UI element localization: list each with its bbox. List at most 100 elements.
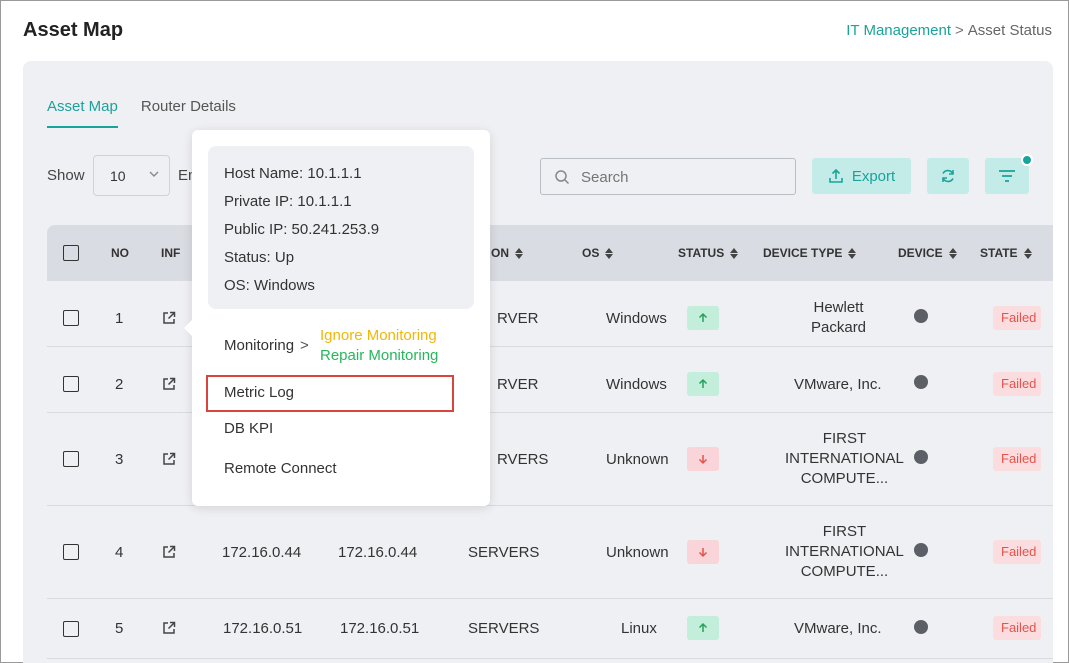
status-up-badge [687,306,719,330]
asset-info-popup: Host Name: 10.1.1.1 Private IP: 10.1.1.1… [184,130,490,506]
row-location: RVERS [497,451,549,468]
arrow-up-icon [698,622,708,632]
device-status-dot [914,309,928,323]
state-badge: Failed [993,306,1041,330]
status-down-badge [687,447,719,471]
breadcrumb-separator: > [955,22,964,39]
breadcrumb: IT Management > Asset Status [846,22,1052,39]
external-link-icon[interactable] [162,452,176,466]
row-device-type: Hewlett Packard [811,298,866,338]
sort-icon [1023,247,1032,259]
breadcrumb-link-it-management[interactable]: IT Management [846,22,951,39]
info-host-name: Host Name: 10.1.1.1 [224,165,362,182]
device-type-line: Packard [811,319,867,336]
sort-icon [515,247,523,259]
row-checkbox[interactable] [63,544,79,560]
menu-item-ignore-monitoring[interactable]: Ignore Monitoring [320,327,437,344]
external-link-icon[interactable] [162,311,176,325]
state-badge: Failed [993,616,1041,640]
row-os: Windows [606,376,667,393]
sort-icon [730,247,739,259]
table-row[interactable]: 5 172.16.0.51 172.16.0.51 SERVERS Linux … [47,599,1053,659]
row-checkbox[interactable] [63,451,79,467]
row-number: 3 [115,451,124,468]
column-header-inf[interactable]: INF [161,246,180,260]
external-link-icon[interactable] [162,621,176,635]
menu-item-monitoring[interactable]: Monitoring > [224,337,309,354]
row-device-type: FIRST INTERNATIONAL COMPUTE... [785,522,904,582]
search-input[interactable] [581,167,781,187]
device-status-dot [914,450,928,464]
search-box[interactable] [540,158,796,195]
device-type-line: FIRST [822,430,867,447]
monitoring-label: Monitoring [224,337,295,354]
device-status-dot [914,620,928,634]
row-location: RVER [497,310,539,327]
popup-pointer [184,320,192,336]
row-host-name: 172.16.0.51 [223,620,303,637]
menu-item-remote-connect[interactable]: Remote Connect [224,460,337,477]
row-checkbox[interactable] [63,621,79,637]
tab-asset-map[interactable]: Asset Map [47,98,118,128]
state-badge: Failed [993,540,1041,564]
row-os: Unknown [606,544,669,561]
row-device-type: VMware, Inc. [794,620,882,637]
row-host-name: 172.16.0.44 [222,544,302,561]
row-checkbox[interactable] [63,310,79,326]
select-all-checkbox[interactable] [63,245,79,261]
column-header-device-type[interactable]: DEVICE TYPE [763,246,857,260]
search-icon [555,170,570,185]
row-checkbox[interactable] [63,376,79,392]
table-row[interactable]: 4 172.16.0.44 172.16.0.44 SERVERS Unknow… [47,506,1053,599]
external-link-icon[interactable] [162,377,176,391]
column-header-label: NO [111,246,129,260]
arrow-up-icon [698,312,708,322]
row-os: Unknown [606,451,669,468]
upload-icon [829,168,843,183]
row-location: RVER [497,376,539,393]
page-title: Asset Map [23,19,124,41]
filter-icon [999,170,1015,182]
refresh-button[interactable] [927,158,969,194]
external-link-icon[interactable] [162,545,176,559]
menu-item-repair-monitoring[interactable]: Repair Monitoring [320,347,438,364]
column-header-no[interactable]: NO [111,246,129,260]
breadcrumb-current: Asset Status [967,22,1052,39]
column-header-state[interactable]: STATE [980,246,1032,260]
row-number: 2 [115,376,124,393]
column-header-label: DEVICE TYPE [763,246,843,260]
sort-icon [948,247,957,259]
page-size-select[interactable]: 10 [93,155,170,196]
row-number: 1 [115,310,124,327]
column-header-status[interactable]: STATUS [678,246,739,260]
menu-item-metric-log[interactable]: Metric Log [224,384,294,401]
column-header-label: ON [491,246,509,260]
chevron-down-icon [149,168,159,180]
device-status-dot [914,375,928,389]
filter-button[interactable] [985,154,1033,194]
status-up-badge [687,616,719,640]
column-header-label: STATE [980,246,1018,260]
export-button[interactable]: Export [812,158,911,194]
chevron-right-icon: > [300,337,309,354]
device-type-line: Hewlett [813,299,864,316]
column-header-device[interactable]: DEVICE [898,246,957,260]
sort-icon [848,247,857,259]
row-device-type: VMware, Inc. [794,376,882,393]
column-header-label: INF [161,246,181,260]
device-type-line: INTERNATIONAL [785,543,904,560]
info-os: OS: Windows [224,277,315,294]
arrow-down-icon [698,455,708,465]
menu-item-db-kpi[interactable]: DB KPI [224,420,273,437]
info-public-ip: Public IP: 50.241.253.9 [224,221,380,238]
tab-router-details[interactable]: Router Details [141,98,236,128]
row-ip: 172.16.0.44 [338,544,418,561]
column-header-on[interactable]: ON [491,246,523,260]
asset-info-box: Host Name: 10.1.1.1 Private IP: 10.1.1.1… [208,146,474,309]
row-location: SERVERS [468,544,540,561]
arrow-down-icon [698,548,708,558]
show-label: Show [47,167,85,184]
tab-bar: Asset Map Router Details [47,98,236,128]
device-type-line: INTERNATIONAL [785,450,904,467]
column-header-os[interactable]: OS [582,246,614,260]
